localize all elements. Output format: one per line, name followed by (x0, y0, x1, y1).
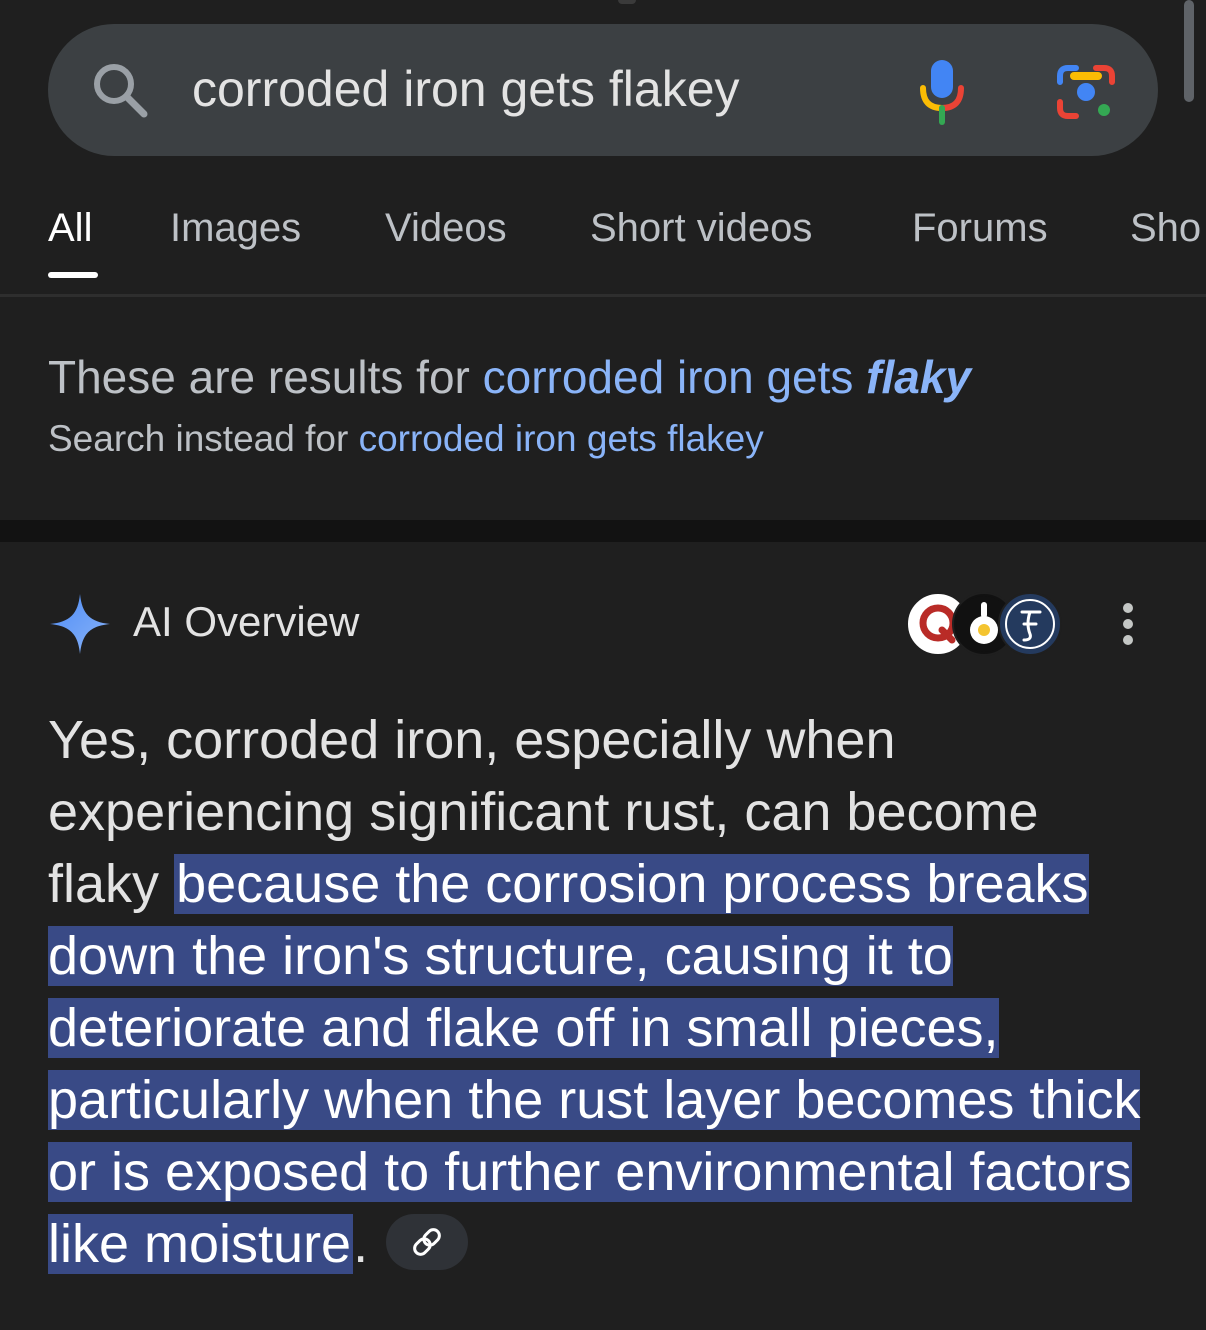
ai-overview-title: AI Overview (133, 598, 360, 645)
scrollbar[interactable] (1184, 0, 1194, 102)
tab-images[interactable]: Images (170, 206, 301, 251)
tab-short-videos[interactable]: Short videos (590, 206, 812, 251)
tab-videos[interactable]: Videos (385, 206, 507, 251)
ai-overview-text-highlight: because the corrosion process breaks dow… (48, 854, 1141, 1274)
top-notch (618, 0, 636, 4)
link-icon (413, 1227, 441, 1256)
section-divider (0, 520, 1206, 542)
corrected-word: flaky (866, 351, 972, 403)
search-instead-link[interactable]: corroded iron gets flakey (359, 418, 764, 459)
more-vert-icon[interactable] (1118, 602, 1138, 646)
corrected-query-link[interactable]: corroded iron gets flaky (483, 351, 971, 403)
tab-forums[interactable]: Forums (912, 206, 1048, 251)
search-input[interactable] (192, 58, 852, 120)
showing-results-prefix: These are results for (48, 351, 470, 403)
source-favicon-f[interactable] (998, 592, 1062, 656)
sparkle-icon (50, 594, 110, 654)
lens-icon[interactable] (1054, 60, 1118, 124)
tab-shopping[interactable]: Sho (1130, 206, 1201, 251)
search-instead-prefix: Search instead for (48, 418, 349, 459)
ai-overview-text: Yes, corroded iron, especially when expe… (48, 704, 1158, 1280)
ai-overview-header: AI Overview (48, 592, 1158, 656)
corrected-query-text: corroded iron gets (482, 351, 854, 403)
active-tab-indicator (48, 272, 98, 278)
mic-icon[interactable] (914, 56, 970, 126)
search-icon[interactable] (88, 58, 152, 122)
tabs-divider (0, 294, 1206, 297)
ai-overview-text-end: . (353, 1214, 369, 1274)
tab-all[interactable]: All (48, 206, 92, 251)
source-favicons[interactable] (906, 592, 1062, 656)
showing-results-line: These are results for corroded iron gets… (48, 350, 971, 404)
search-instead-line: Search instead for corroded iron gets fl… (48, 418, 971, 460)
spelling-correction: These are results for corroded iron gets… (48, 350, 971, 460)
search-tabs: All Images Videos Short videos Forums Sh… (0, 180, 1206, 296)
link-chip[interactable] (386, 1213, 469, 1270)
